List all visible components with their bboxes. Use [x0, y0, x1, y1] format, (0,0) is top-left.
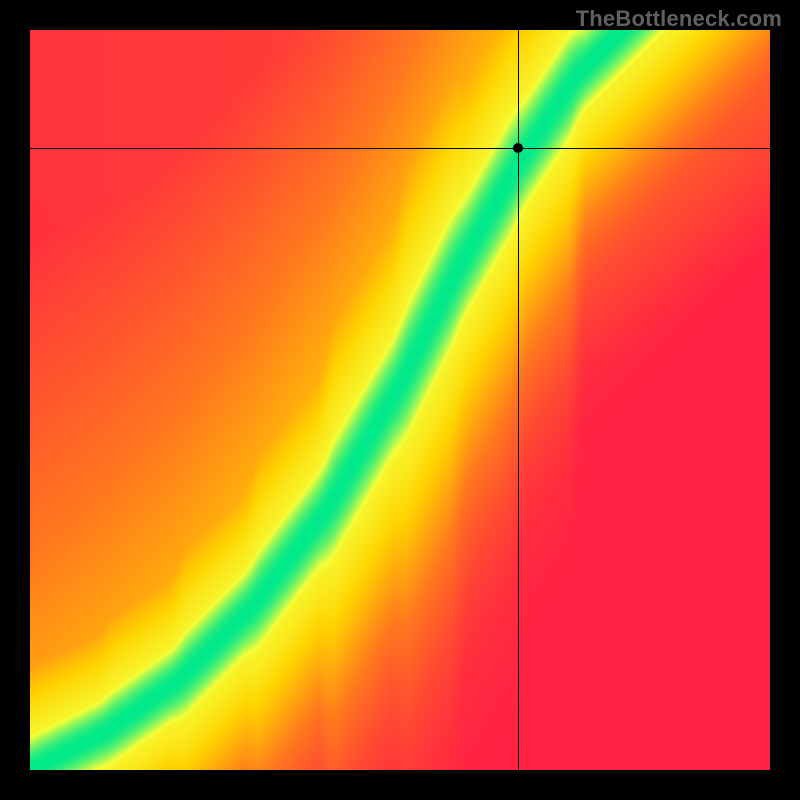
watermark-label: TheBottleneck.com [576, 6, 782, 32]
crosshair-horizontal [30, 148, 770, 149]
selection-marker [513, 143, 523, 153]
crosshair-vertical [518, 30, 519, 770]
bottleneck-heatmap-chart: TheBottleneck.com [0, 0, 800, 800]
heatmap-canvas [30, 30, 770, 770]
